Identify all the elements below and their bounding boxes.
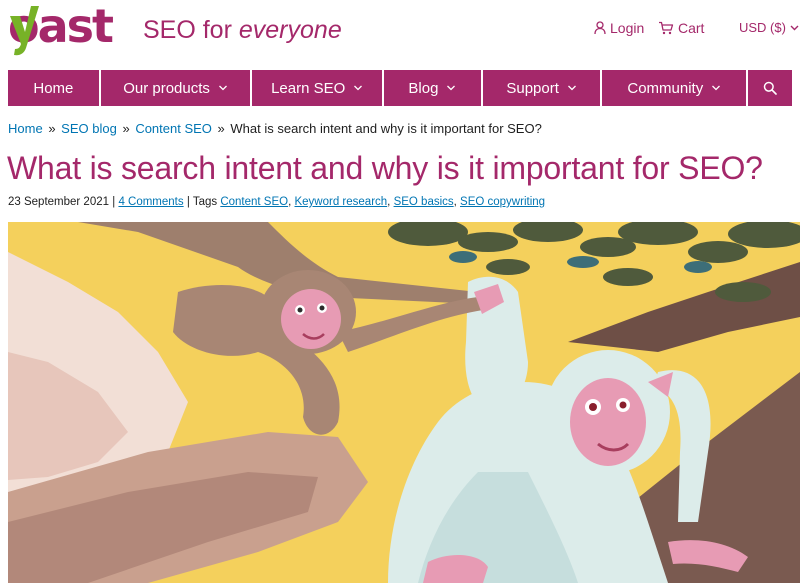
tagline-text: SEO for [143, 16, 239, 44]
publish-date: 23 September 2021 [8, 196, 110, 208]
nav-item-community[interactable]: Community [602, 70, 747, 106]
nav-item-learn-seo[interactable]: Learn SEO [252, 70, 383, 106]
chevron-down-icon [447, 85, 456, 91]
cart-link[interactable]: Cart [658, 20, 704, 36]
tag-link[interactable]: Content SEO [220, 196, 288, 208]
tag-link[interactable]: Keyword research [294, 196, 387, 208]
breadcrumb-separator: » [48, 121, 56, 136]
breadcrumb-content-seo[interactable]: Content SEO [135, 121, 212, 136]
site-tagline: SEO for everyone [143, 16, 342, 45]
breadcrumb-separator: » [217, 121, 225, 136]
cart-icon [659, 21, 674, 35]
login-link[interactable]: Login [594, 20, 644, 36]
chevron-down-icon [790, 25, 799, 30]
hero-image [8, 222, 800, 583]
nav-search-button[interactable] [748, 70, 792, 106]
tagline-italic-text: everyone [238, 16, 342, 44]
nav-item-label: Blog [408, 79, 439, 97]
meta-divider: | [112, 196, 116, 208]
cart-label: Cart [678, 20, 705, 36]
chevron-down-icon [567, 85, 576, 91]
nav-item-our-products[interactable]: Our products [100, 70, 251, 106]
chevron-down-icon [712, 85, 721, 91]
breadcrumb-separator: » [122, 121, 130, 136]
currency-selector[interactable]: USD ($) [739, 20, 799, 35]
login-label: Login [610, 20, 645, 36]
chevron-down-icon [354, 85, 363, 91]
currency-label: USD ($) [739, 20, 786, 35]
tag-link[interactable]: SEO basics [394, 196, 454, 208]
yoast-y-icon [10, 6, 39, 56]
main-navigation: Home Our products Learn SEO Blog Support… [8, 70, 792, 106]
search-icon [763, 81, 777, 95]
nav-item-blog[interactable]: Blog [384, 70, 481, 106]
comments-link[interactable]: 4 Comments [118, 196, 183, 208]
tags-prefix: Tags [192, 196, 218, 208]
site-header: oast SEO for everyone Login Cart USD ($) [0, 0, 800, 70]
breadcrumb-home[interactable]: Home [8, 121, 43, 136]
breadcrumb-current: What is search intent and why is it impo… [230, 121, 542, 136]
nav-item-label: Support [506, 79, 559, 97]
meta-divider: | [186, 196, 190, 208]
nav-item-label: Learn SEO [271, 79, 346, 97]
nav-item-support[interactable]: Support [482, 70, 601, 106]
chevron-down-icon [218, 85, 227, 91]
nav-item-home[interactable]: Home [8, 70, 99, 106]
article-meta: 23 September 2021 | 4 Comments | Tags Co… [8, 196, 546, 208]
nav-item-label: Home [33, 79, 74, 97]
breadcrumb-seo-blog[interactable]: SEO blog [61, 121, 117, 136]
monkeys-illustration [8, 222, 800, 583]
article-title: What is search intent and why is it impo… [7, 150, 763, 186]
user-icon [594, 21, 606, 35]
nav-item-label: Community [627, 79, 704, 97]
nav-item-label: Our products [123, 79, 210, 97]
tag-link[interactable]: SEO copywriting [460, 196, 545, 208]
breadcrumb: Home » SEO blog » Content SEO » What is … [8, 121, 542, 136]
